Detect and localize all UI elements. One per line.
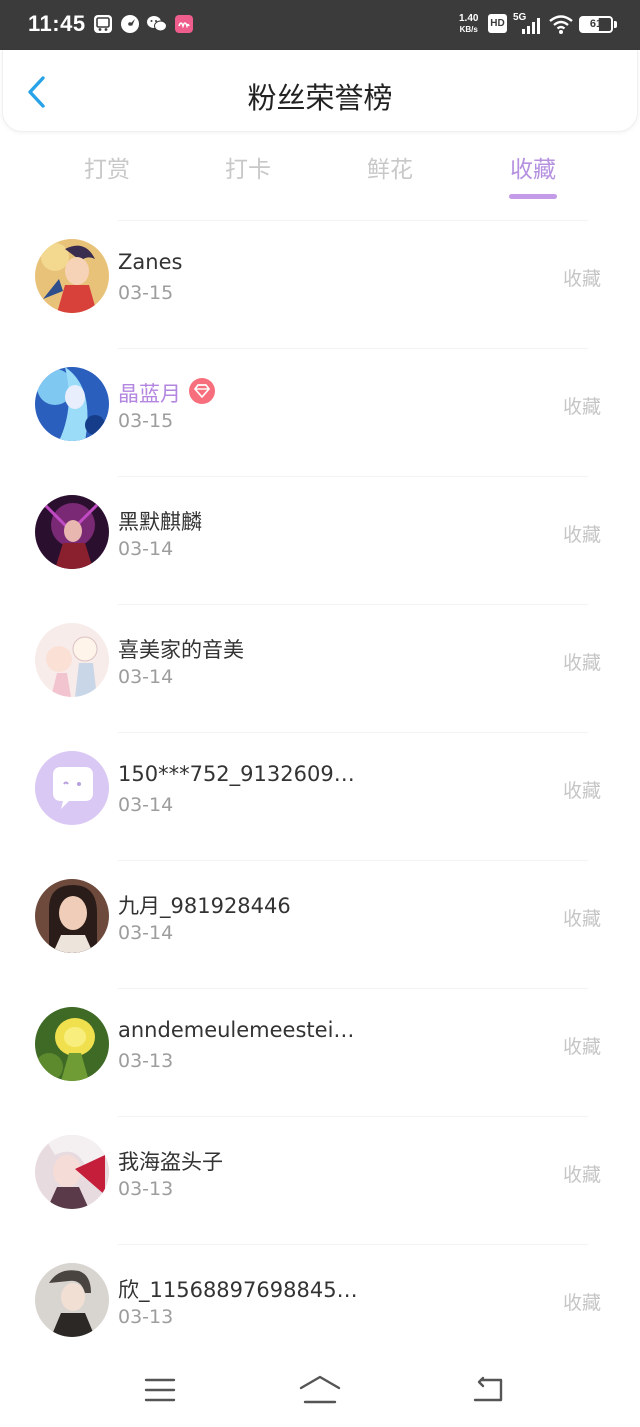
system-nav-bar <box>0 1352 640 1427</box>
battery-tip <box>614 21 617 28</box>
fan-name[interactable]: 黑默麒麟 <box>118 506 202 536</box>
fan-date: 03-13 <box>118 1306 174 1328</box>
diamond-icon <box>189 378 215 404</box>
avatar[interactable] <box>35 879 109 953</box>
avatar[interactable] <box>35 1007 109 1081</box>
home-icon <box>299 1375 341 1404</box>
network-speed-value: 1.40 <box>459 13 479 24</box>
fan-action-label: 收藏 <box>563 268 602 290</box>
divider <box>118 1116 588 1117</box>
menu-icon <box>144 1378 176 1402</box>
fan-date: 03-14 <box>118 794 174 816</box>
fan-date: 03-13 <box>118 1178 174 1200</box>
fan-action-label: 收藏 <box>563 524 602 546</box>
fan-action-label: 收藏 <box>563 652 602 674</box>
list-item[interactable]: 喜美家的音美 03-14 收藏 <box>0 604 640 732</box>
divider <box>118 476 588 477</box>
home-button[interactable] <box>295 1370 345 1410</box>
divider <box>118 732 588 733</box>
fan-name[interactable]: 我海盗头子 <box>118 1146 223 1176</box>
network-speed: 1.40 KB/s <box>459 14 478 35</box>
back-icon <box>473 1376 503 1402</box>
list-item[interactable]: 黑默麒麟 03-14 收藏 <box>0 476 640 604</box>
list-item[interactable]: 150***752_9132609732 03-14 收藏 <box>0 732 640 860</box>
avatar[interactable] <box>35 367 109 441</box>
network-speed-unit: KB/s <box>459 25 478 34</box>
active-tab-indicator <box>509 194 557 199</box>
divider <box>118 860 588 861</box>
fan-action-label: 收藏 <box>563 1292 602 1314</box>
avatar[interactable] <box>35 1135 109 1209</box>
page-title: 粉丝荣誉榜 <box>247 81 393 115</box>
divider <box>118 348 588 349</box>
fan-date: 03-14 <box>118 538 174 560</box>
scan-app-icon <box>93 14 113 34</box>
status-time: 11:45 <box>28 11 86 36</box>
fan-name[interactable]: Zanes <box>118 250 182 274</box>
fan-action-label: 收藏 <box>563 780 602 802</box>
battery-icon: 61 <box>579 16 613 33</box>
avatar[interactable] <box>35 495 109 569</box>
tab-flowers[interactable]: 鲜花 <box>340 150 440 184</box>
tab-favorites[interactable]: 收藏 <box>483 150 583 184</box>
divider <box>118 988 588 989</box>
list-item[interactable]: 我海盗头子 03-13 收藏 <box>0 1116 640 1244</box>
signal-icon: 5G <box>513 12 543 36</box>
compass-icon <box>120 14 140 34</box>
battery-percent: 61 <box>589 18 603 30</box>
hd-badge: HD <box>488 14 507 33</box>
fan-name[interactable]: anndemeulemeesteiara <box>118 1018 358 1042</box>
fan-name[interactable]: 九月_981928446 <box>118 890 291 920</box>
menu-button[interactable] <box>135 1370 185 1410</box>
list-item[interactable]: 九月_981928446 03-14 收藏 <box>0 860 640 988</box>
divider <box>118 1244 588 1245</box>
back-nav-button[interactable] <box>463 1370 513 1410</box>
fan-action-label: 收藏 <box>563 1164 602 1186</box>
avatar[interactable] <box>35 239 109 313</box>
fan-name[interactable]: 欣_115688976988450… <box>118 1274 358 1304</box>
fan-name[interactable]: 喜美家的音美 <box>118 634 244 664</box>
fan-date: 03-15 <box>118 410 174 432</box>
fan-date: 03-15 <box>118 282 174 304</box>
status-bar: 11:45 1.40 KB/s HD 5G 61 <box>0 0 640 50</box>
tab-reward[interactable]: 打赏 <box>57 150 157 184</box>
list-item[interactable]: 晶蓝月 03-15 收藏 <box>0 348 640 476</box>
fan-name[interactable]: 150***752_9132609732 <box>118 762 358 786</box>
wifi-icon <box>548 13 574 35</box>
avatar[interactable] <box>35 1263 109 1337</box>
avatar[interactable] <box>35 751 109 825</box>
fan-date: 03-13 <box>118 1050 174 1072</box>
fan-name[interactable]: 晶蓝月 <box>118 378 181 408</box>
fan-action-label: 收藏 <box>563 1036 602 1058</box>
divider <box>118 604 588 605</box>
divider <box>118 220 588 221</box>
list-item[interactable]: anndemeulemeesteiara 03-13 收藏 <box>0 988 640 1116</box>
wechat-icon <box>146 14 167 34</box>
avatar[interactable] <box>35 623 109 697</box>
list-item[interactable]: Zanes 03-15 收藏 <box>0 220 640 348</box>
tab-bar: 打赏 打卡 鲜花 收藏 <box>0 140 640 202</box>
app-badge-icon <box>174 14 194 34</box>
tab-checkin[interactable]: 打卡 <box>198 150 298 184</box>
fan-action-label: 收藏 <box>563 908 602 930</box>
fan-date: 03-14 <box>118 666 174 688</box>
fan-date: 03-14 <box>118 922 174 944</box>
fan-action-label: 收藏 <box>563 396 602 418</box>
